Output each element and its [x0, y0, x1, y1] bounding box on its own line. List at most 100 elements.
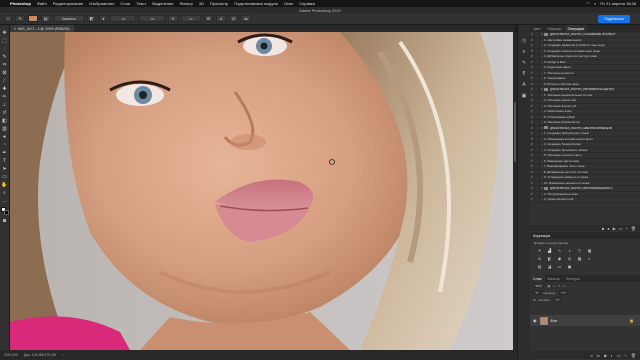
type-tool-icon[interactable]: T [1, 157, 8, 164]
color-swatches[interactable] [0, 207, 9, 216]
mode-select[interactable]: Замена [53, 15, 84, 22]
layer-kind-filter[interactable]: Вид [533, 283, 545, 288]
record-icon[interactable]: ● [607, 226, 609, 231]
menu-window[interactable]: Окно [284, 1, 293, 6]
libraries-icon[interactable]: ▣ [521, 92, 528, 99]
gradient-tool-icon[interactable]: ▥ [1, 125, 8, 132]
tab-actions[interactable]: Операции [564, 25, 587, 32]
tab-color[interactable]: Цвет [530, 25, 544, 32]
filter-pixel-icon[interactable]: ▦ [547, 284, 550, 288]
delete-layer-icon[interactable]: 🗑 [631, 353, 636, 358]
background-color[interactable] [3, 210, 9, 215]
trash-icon[interactable]: 🗑 [631, 226, 636, 231]
layer-name[interactable]: Фон [551, 319, 558, 323]
blend-mode-select[interactable]: ▾ [533, 290, 541, 295]
vibrance-icon[interactable]: ▽ [576, 247, 583, 253]
eraser-tool-icon[interactable]: ◧ [1, 117, 8, 124]
hue-icon[interactable]: ▦ [586, 247, 593, 253]
color-balance-icon[interactable]: ⚖ [536, 255, 543, 261]
threshold-icon[interactable]: ◪ [546, 263, 553, 269]
angle-icon[interactable]: ∠ [216, 15, 226, 22]
adjustment-layer-icon[interactable]: ◐ [610, 353, 612, 358]
filter-type-icon[interactable]: T [558, 284, 560, 288]
sample-icon[interactable]: ▾ [99, 15, 108, 22]
quick-select-tool-icon[interactable]: ✎ [1, 53, 8, 60]
canvas[interactable] [10, 32, 513, 350]
flow-field[interactable]: ▭ [139, 15, 166, 22]
menu-type[interactable]: Текст [136, 1, 146, 6]
fill-input[interactable]: ▭ [553, 297, 562, 302]
clock[interactable]: Пт 21 апреля 18:38 [600, 1, 636, 6]
crop-tool-icon[interactable]: ⌗ [1, 61, 8, 68]
adjustments-title[interactable]: Коррекция [530, 232, 640, 239]
levels-icon[interactable]: ▟ [546, 247, 553, 253]
menu-3d[interactable]: 3D [199, 1, 204, 6]
app-menu[interactable]: Photoshop [10, 1, 31, 6]
selective-color-icon[interactable]: ▣ [566, 263, 573, 269]
menu-view[interactable]: Просмотр [210, 1, 228, 6]
filter-shape-icon[interactable]: ▭ [563, 284, 566, 288]
exposure-icon[interactable]: ◑ [566, 247, 573, 253]
blur-tool-icon[interactable]: ● [1, 133, 8, 140]
tab-paths[interactable]: Контуры [563, 275, 583, 282]
play-icon[interactable]: ▶ [613, 226, 616, 231]
airbrush-icon[interactable]: ✈ [168, 15, 178, 22]
menu-plugins[interactable]: Подключаемые модули [234, 1, 278, 6]
brush-tool-icon[interactable]: ✎ [15, 15, 25, 22]
marquee-tool-icon[interactable]: ⬚ [1, 37, 8, 44]
smoothing-field[interactable]: ▭ [180, 15, 201, 22]
tab-layers[interactable]: Слои [530, 275, 545, 282]
properties-icon[interactable]: ≡ [521, 48, 528, 55]
brush-tool-icon[interactable]: ✏ [1, 93, 8, 100]
character-icon[interactable]: A [521, 81, 528, 88]
history-icon[interactable]: ◷ [521, 37, 528, 44]
wifi-icon[interactable]: ◠ [587, 1, 591, 6]
new-layer-icon[interactable]: + [625, 353, 627, 358]
menu-edit[interactable]: Редактирование [53, 1, 83, 6]
fx-icon[interactable]: fx [597, 353, 600, 358]
frame-tool-icon[interactable]: ⊠ [1, 69, 8, 76]
scrollbar-thumb[interactable] [514, 102, 516, 162]
more-tools-icon[interactable]: … [1, 197, 8, 204]
menu-filter[interactable]: Фильтр [179, 1, 192, 6]
new-action-icon[interactable]: + [626, 226, 628, 231]
zoom-level[interactable]: 200,24% [4, 353, 18, 357]
healing-tool-icon[interactable]: ✚ [1, 85, 8, 92]
move-tool-icon[interactable]: ✥ [1, 29, 8, 36]
menu-layers[interactable]: Слои [120, 1, 130, 6]
brush-preset-picker[interactable] [27, 15, 38, 22]
menu-help[interactable]: Справка [299, 1, 315, 6]
brush-settings-icon[interactable]: ✎ [521, 59, 528, 66]
new-set-icon[interactable]: ▭ [619, 226, 623, 231]
symmetry-icon[interactable]: ⇋ [241, 15, 251, 22]
dodge-tool-icon[interactable]: ◔ [1, 141, 8, 148]
black-white-icon[interactable]: ◧ [546, 255, 553, 261]
sample-all-layers-icon[interactable]: ◩ [86, 15, 97, 22]
share-button[interactable]: Поделиться [598, 15, 630, 23]
paragraph-icon[interactable]: ¶ [521, 70, 528, 77]
menu-select[interactable]: Выделение [152, 1, 173, 6]
channel-mixer-icon[interactable]: ◎ [566, 255, 573, 261]
opacity-field[interactable]: ▭ [110, 15, 137, 22]
toggle-brush-panel-icon[interactable]: ▤ [40, 15, 51, 22]
chevron-right-icon[interactable]: › [62, 353, 63, 357]
pen-tool-icon[interactable]: ✒ [1, 149, 8, 156]
gradient-map-icon[interactable]: ▭ [556, 263, 563, 269]
layer-row[interactable]: ◉ Фон 🔒 [530, 315, 640, 326]
action-item[interactable]: ✓ › 2. Черно-белый слой [530, 197, 640, 203]
search-icon[interactable]: ⌕ [594, 1, 596, 6]
menu-image[interactable]: Изображение [89, 1, 114, 6]
brightness-icon[interactable]: ☀ [536, 247, 543, 253]
filter-adjust-icon[interactable]: ◐ [553, 284, 555, 288]
doc-info[interactable]: Док: 104,9M/170,2M [24, 353, 56, 357]
shape-tool-icon[interactable]: ▭ [1, 173, 8, 180]
menu-file[interactable]: Файл [37, 1, 47, 6]
invert-icon[interactable]: ◐ [586, 255, 593, 261]
color-lookup-icon[interactable]: ▦ [576, 255, 583, 261]
mask-icon[interactable]: ◙ [604, 353, 606, 358]
posterize-icon[interactable]: ▤ [536, 263, 543, 269]
quick-mask-icon[interactable]: ◙ [1, 217, 8, 224]
stamp-tool-icon[interactable]: ⊥ [1, 101, 8, 108]
photo-filter-icon[interactable]: ◉ [556, 255, 563, 261]
link-icon[interactable]: ∞ [590, 353, 593, 358]
